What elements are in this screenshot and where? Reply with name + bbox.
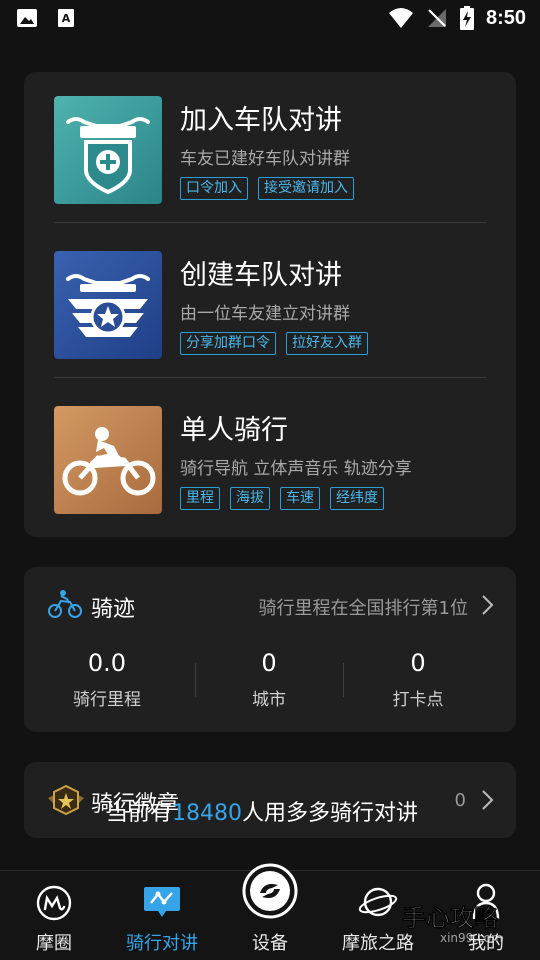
solo-ride-desc: 骑行导航 立体声音乐 轨迹分享 xyxy=(180,459,412,479)
stat-cities: 0 城市 xyxy=(194,649,344,710)
intercom-icon xyxy=(144,887,180,917)
riding-trace-card[interactable]: 骑迹 骑行里程在全国排行第1位 0.0 骑行里程 0 城市 0 打卡点 xyxy=(24,567,516,732)
svg-text:xin99.com: xin99.com xyxy=(440,931,503,945)
nav-label: 骑行对讲 xyxy=(126,933,198,954)
trace-rank-text: 骑行里程在全国排行第1位 xyxy=(258,598,468,619)
stat-mileage: 0.0 骑行里程 xyxy=(32,649,182,710)
stat-value: 0 xyxy=(410,649,426,677)
no-signal-icon xyxy=(427,9,446,27)
nav-intercom[interactable]: 骑行对讲 xyxy=(108,871,216,960)
wifi-icon xyxy=(388,8,413,28)
svg-text:手心攻略: 手心攻略 xyxy=(402,904,499,932)
text-notification-icon: A xyxy=(58,9,74,27)
badge-count: 0 xyxy=(454,790,466,811)
nav-device[interactable]: 设备 xyxy=(216,863,324,960)
stat-value: 0 xyxy=(261,649,277,677)
battery-charging-icon xyxy=(459,6,474,30)
team-intercom-card: 加入车队对讲 车友已建好车队对讲群 口令加入 接受邀请加入 创建车队对讲 由一位… xyxy=(24,72,516,537)
trace-stats: 0.0 骑行里程 0 城市 0 打卡点 xyxy=(24,649,516,713)
divider xyxy=(54,222,486,223)
create-team-thumbnail xyxy=(54,251,162,359)
stat-checkins: 0 打卡点 xyxy=(343,649,493,710)
banner-suffix: 人用多多骑行对讲 xyxy=(242,801,419,826)
stat-value: 0.0 xyxy=(87,649,127,677)
online-user-count: 18480 xyxy=(172,801,243,826)
tag-speed[interactable]: 车速 xyxy=(280,487,320,510)
tag-accept-invite[interactable]: 接受邀请加入 xyxy=(258,177,354,200)
device-icon xyxy=(242,863,298,919)
nav-label: 摩圈 xyxy=(36,933,72,954)
stat-label: 城市 xyxy=(252,690,286,710)
create-team-desc: 由一位车友建立对讲群 xyxy=(180,304,350,324)
status-bar: A 8:50 xyxy=(0,0,540,38)
tag-code-join[interactable]: 口令加入 xyxy=(180,177,248,200)
stat-label: 打卡点 xyxy=(392,690,444,710)
watermark-logo: 手心攻略 xin99.com xyxy=(402,904,503,945)
solo-ride-title: 单人骑行 xyxy=(180,415,288,446)
join-team-item[interactable]: 加入车队对讲 车友已建好车队对讲群 口令加入 接受邀请加入 xyxy=(54,96,486,204)
solo-ride-item[interactable]: 单人骑行 骑行导航 立体声音乐 轨迹分享 里程 海拔 车速 经纬度 xyxy=(54,406,486,514)
nav-label: 设备 xyxy=(252,933,288,954)
tag-altitude[interactable]: 海拔 xyxy=(230,487,270,510)
status-time: 8:50 xyxy=(485,6,526,29)
tag-mileage[interactable]: 里程 xyxy=(180,487,220,510)
online-users-banner: 当前有18480人用多多骑行对讲 xyxy=(106,795,418,827)
trace-title: 骑迹 xyxy=(91,597,136,622)
banner-prefix: 当前有 xyxy=(106,801,173,826)
divider xyxy=(54,377,486,378)
join-team-title: 加入车队对讲 xyxy=(180,105,342,136)
tag-coordinates[interactable]: 经纬度 xyxy=(330,487,384,510)
join-team-thumbnail xyxy=(54,96,162,204)
chevron-right-icon[interactable] xyxy=(480,594,494,616)
tag-share-code[interactable]: 分享加群口令 xyxy=(180,332,276,355)
join-team-desc: 车友已建好车队对讲群 xyxy=(180,149,350,169)
badge-icon xyxy=(48,784,84,816)
create-team-item[interactable]: 创建车队对讲 由一位车友建立对讲群 分享加群口令 拉好友入群 xyxy=(54,251,486,359)
svg-text:A: A xyxy=(62,12,71,25)
solo-ride-thumbnail xyxy=(54,406,162,514)
motorcycle-icon xyxy=(48,590,82,618)
stat-label: 骑行里程 xyxy=(73,690,141,710)
chevron-right-icon[interactable] xyxy=(480,789,494,811)
image-notification-icon xyxy=(17,9,37,27)
create-team-title: 创建车队对讲 xyxy=(180,260,342,291)
m-logo-icon xyxy=(36,885,72,921)
planet-icon xyxy=(358,887,398,917)
nav-moquan[interactable]: 摩圈 xyxy=(0,871,108,960)
tag-invite-friends[interactable]: 拉好友入群 xyxy=(286,332,368,355)
